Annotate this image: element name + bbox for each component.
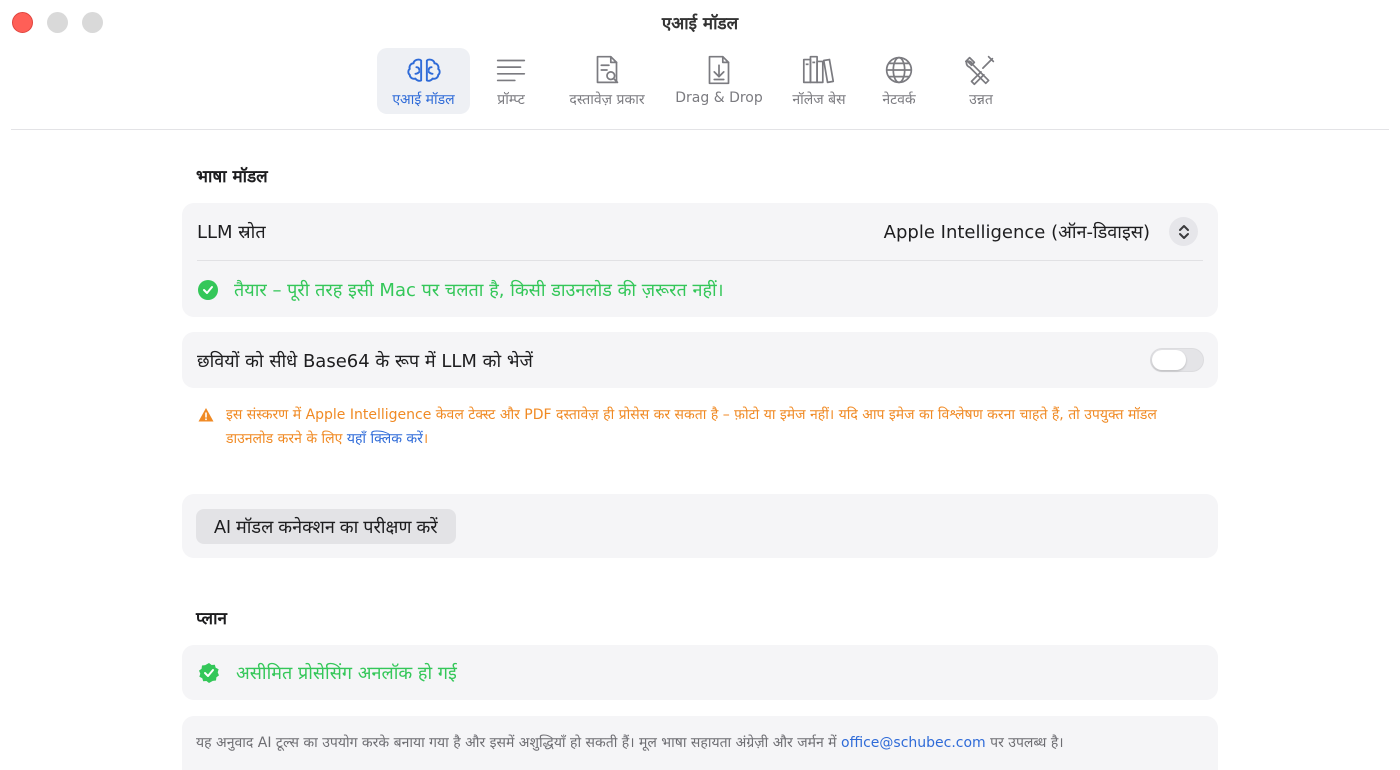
card-divider	[197, 260, 1203, 261]
translation-notice-card: यह अनुवाद AI टूल्स का उपयोग करके बनाया ग…	[182, 716, 1218, 770]
support-email-link[interactable]: office@schubec.com	[841, 735, 986, 751]
warning-triangle-icon	[198, 408, 214, 422]
image-warning: इस संस्करण में Apple Intelligence केवल ट…	[198, 403, 1198, 451]
warning-text: इस संस्करण में Apple Intelligence केवल ट…	[226, 403, 1198, 451]
plan-section-title: प्लान	[196, 609, 227, 629]
warning-end: ।	[422, 431, 429, 447]
tools-icon	[961, 52, 1001, 88]
tab-document-types[interactable]: दस्तावेज़ प्रकार	[560, 48, 654, 114]
base64-label: छवियों को सीधे Base64 के रूप में LLM को …	[197, 351, 533, 372]
tab-advanced-label: उन्नत	[969, 92, 993, 108]
llm-status-row: तैयार – पूरी तरह इसी Mac पर चलता है, किस…	[198, 278, 724, 302]
tab-ai-model[interactable]: एआई मॉडल	[377, 48, 470, 114]
tab-prompt-label: प्रॉम्प्ट	[497, 92, 525, 108]
lines-icon	[491, 52, 531, 88]
llm-source-label: LLM स्रोत	[197, 222, 266, 243]
plan-card: असीमित प्रोसेसिंग अनलॉक हो गई	[182, 645, 1218, 700]
test-connection-card: AI मॉडल कनेक्शन का परीक्षण करें	[182, 494, 1218, 558]
tab-network-label: नेटवर्क	[882, 92, 916, 108]
download-model-link[interactable]: यहाँ क्लिक करें	[347, 431, 423, 447]
tab-drag-drop-label: Drag & Drop	[675, 90, 763, 106]
notice-text: यह अनुवाद AI टूल्स का उपयोग करके बनाया ग…	[196, 735, 841, 751]
tab-drag-drop[interactable]: Drag & Drop	[670, 48, 768, 114]
base64-toggle[interactable]	[1150, 348, 1204, 372]
test-connection-button[interactable]: AI मॉडल कनेक्शन का परीक्षण करें	[196, 509, 456, 544]
brain-icon	[404, 52, 444, 88]
tab-knowledge-base-label: नॉलेज बेस	[792, 92, 846, 108]
tab-knowledge-base[interactable]: नॉलेज बेस	[784, 48, 854, 114]
chevron-up-down-icon[interactable]	[1169, 217, 1198, 246]
translation-notice: यह अनुवाद AI टूल्स का उपयोग करके बनाया ग…	[196, 733, 1064, 752]
language-model-section-title: भाषा मॉडल	[196, 167, 268, 187]
verified-badge-icon	[199, 663, 219, 683]
download-document-icon	[699, 52, 739, 88]
document-search-icon	[587, 52, 627, 88]
tab-document-types-label: दस्तावेज़ प्रकार	[569, 92, 645, 108]
llm-source-card: LLM स्रोत Apple Intelligence (ऑन-डिवाइस)…	[182, 203, 1218, 317]
globe-icon	[879, 52, 919, 88]
tab-prompt[interactable]: प्रॉम्प्ट	[480, 48, 542, 114]
preferences-toolbar: एआई मॉडल प्रॉम्प्ट दस्तावेज़ प्रकार Drag…	[0, 48, 1400, 130]
llm-status-text: तैयार – पूरी तरह इसी Mac पर चलता है, किस…	[234, 280, 724, 301]
tab-ai-model-label: एआई मॉडल	[392, 92, 455, 108]
tab-advanced[interactable]: उन्नत	[956, 48, 1006, 114]
preferences-window: एआई मॉडल एआई मॉडल प्रॉम्प्ट दस्तावेज़ प्…	[0, 0, 1400, 770]
llm-source-select[interactable]: Apple Intelligence (ऑन-डिवाइस)	[884, 220, 1150, 244]
checkmark-circle-icon	[198, 280, 218, 300]
plan-status-text: असीमित प्रोसेसिंग अनलॉक हो गई	[236, 663, 457, 684]
plan-status-row: असीमित प्रोसेसिंग अनलॉक हो गई	[198, 661, 457, 685]
toolbar-divider	[11, 129, 1389, 130]
toggle-knob	[1152, 350, 1186, 370]
base64-card: छवियों को सीधे Base64 के रूप में LLM को …	[182, 332, 1218, 388]
tab-network[interactable]: नेटवर्क	[870, 48, 928, 114]
books-icon	[799, 52, 839, 88]
notice-end: पर उपलब्ध है।	[985, 735, 1064, 751]
window-title: एआई मॉडल	[661, 14, 739, 34]
